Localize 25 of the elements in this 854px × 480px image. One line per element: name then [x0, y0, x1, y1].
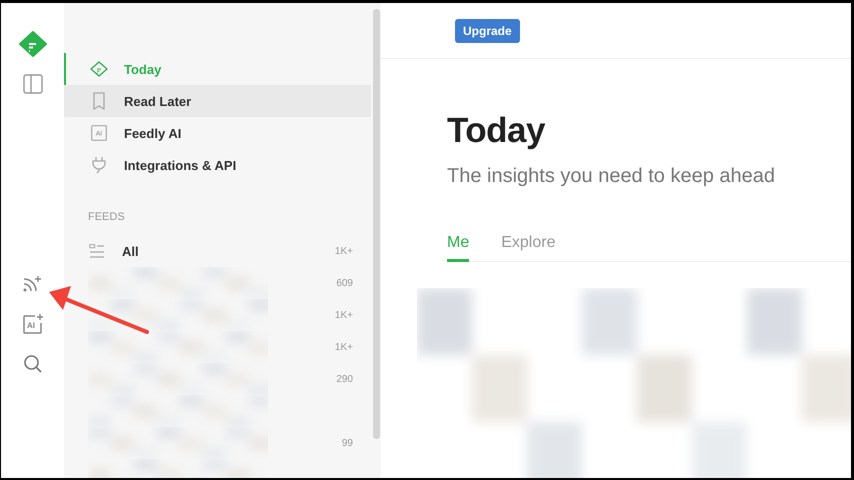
feed-label: All	[122, 244, 139, 258]
unread-count: 609	[336, 278, 353, 288]
list-icon	[89, 244, 105, 258]
unread-count: 99	[342, 438, 353, 448]
search-icon[interactable]	[22, 354, 42, 374]
sidebar-toggle-icon[interactable]	[22, 74, 42, 94]
unread-count: 1K+	[334, 310, 353, 320]
today-icon	[90, 61, 108, 77]
tab[interactable]: Me	[447, 234, 470, 262]
feed-item[interactable]: All 1K+	[64, 235, 371, 267]
unread-count: 1K+	[334, 342, 353, 352]
scrollbar[interactable]	[373, 9, 380, 439]
page-subtitle: The insights you need to keep ahead	[447, 165, 776, 188]
nav-item[interactable]: Read Later	[64, 85, 371, 117]
tab[interactable]: Explore	[501, 234, 556, 262]
rss-plus-icon[interactable]	[22, 274, 44, 294]
unread-count: 1K+	[334, 246, 353, 256]
unread-count: 290	[336, 374, 353, 384]
plug-icon	[91, 156, 107, 174]
upgrade-button[interactable]: Upgrade	[455, 18, 520, 42]
bookmark-icon	[92, 92, 106, 110]
page-title: Today	[447, 111, 546, 151]
nav-item[interactable]: Integrations & API	[64, 149, 371, 181]
section-heading: FEEDS	[87, 210, 126, 225]
logo-icon[interactable]	[18, 31, 46, 57]
